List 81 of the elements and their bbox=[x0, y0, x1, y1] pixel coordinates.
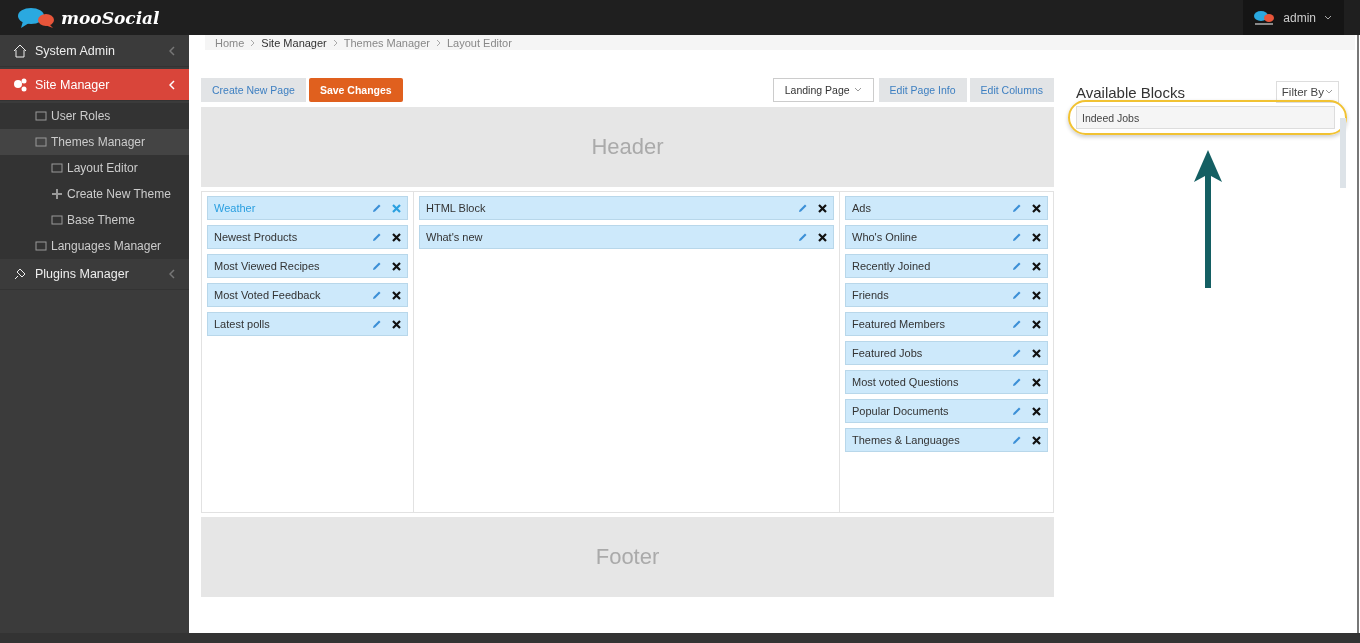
pencil-icon[interactable] bbox=[1012, 203, 1022, 213]
pencil-icon[interactable] bbox=[372, 203, 382, 213]
scrollbar bbox=[1340, 118, 1346, 188]
pencil-icon[interactable] bbox=[1012, 435, 1022, 445]
close-icon[interactable] bbox=[1032, 406, 1041, 416]
avatar-icon bbox=[1253, 8, 1276, 27]
chevron-left-icon bbox=[169, 79, 175, 90]
chevron-down-icon bbox=[853, 87, 862, 93]
available-block[interactable]: Indeed Jobs bbox=[1076, 106, 1335, 129]
brand-name[interactable]: mooSocial bbox=[61, 7, 160, 28]
pencil-icon[interactable] bbox=[1012, 377, 1022, 387]
sidebar-item[interactable]: Languages Manager bbox=[0, 233, 189, 259]
sidebar-item[interactable]: Site Manager bbox=[0, 69, 189, 101]
close-icon[interactable] bbox=[1032, 203, 1041, 213]
save-button[interactable]: Save Changes bbox=[308, 78, 403, 102]
pencil-icon[interactable] bbox=[798, 203, 808, 213]
close-icon[interactable] bbox=[818, 232, 827, 242]
layout-block[interactable]: Recently Joined bbox=[845, 254, 1048, 278]
arrow-icon bbox=[1193, 150, 1223, 290]
chevron-right-icon bbox=[436, 38, 441, 47]
close-icon[interactable] bbox=[1032, 290, 1041, 300]
pencil-icon[interactable] bbox=[372, 261, 382, 271]
layout-block[interactable]: Popular Documents bbox=[845, 399, 1048, 423]
close-icon[interactable] bbox=[1032, 319, 1041, 329]
layout-block[interactable]: What's new bbox=[419, 225, 834, 249]
layout-block[interactable]: Latest polls bbox=[207, 312, 408, 336]
pencil-icon[interactable] bbox=[1012, 348, 1022, 358]
sidebar-item[interactable]: System Admin bbox=[0, 36, 189, 67]
pencil-icon[interactable] bbox=[1012, 232, 1022, 242]
pencil-icon[interactable] bbox=[372, 319, 382, 329]
gears-icon bbox=[13, 77, 27, 92]
layout-block[interactable]: Most Voted Feedback bbox=[207, 283, 408, 307]
close-icon[interactable] bbox=[1032, 232, 1041, 242]
layout-block[interactable]: Most voted Questions bbox=[845, 370, 1048, 394]
layout-block[interactable]: Featured Jobs bbox=[845, 341, 1048, 365]
pencil-icon[interactable] bbox=[798, 232, 808, 242]
chevron-left-icon bbox=[169, 269, 175, 279]
speech-bubbles-icon bbox=[17, 6, 55, 29]
layout-block[interactable]: Featured Members bbox=[845, 312, 1048, 336]
layout-block[interactable]: Ads bbox=[845, 196, 1048, 220]
sidebar-item[interactable]: Layout Editor bbox=[0, 155, 189, 181]
pencil-icon[interactable] bbox=[1012, 406, 1022, 416]
plug-icon bbox=[13, 267, 27, 281]
close-icon[interactable] bbox=[818, 203, 827, 213]
chevron-left-icon bbox=[169, 46, 175, 56]
pencil-icon[interactable] bbox=[372, 232, 382, 242]
close-icon[interactable] bbox=[392, 261, 401, 271]
close-icon[interactable] bbox=[392, 290, 401, 300]
close-icon[interactable] bbox=[1032, 435, 1041, 445]
pencil-icon[interactable] bbox=[1012, 261, 1022, 271]
page-dropdown[interactable]: Landing Page bbox=[772, 78, 874, 102]
close-icon[interactable] bbox=[392, 232, 401, 242]
sidebar-item[interactable]: User Roles bbox=[0, 103, 189, 129]
region-label: Header bbox=[591, 134, 664, 160]
panel-title: Available Blocks bbox=[1076, 83, 1185, 101]
chevron-right-icon bbox=[332, 38, 338, 47]
layout-block[interactable]: Themes & Languages bbox=[845, 428, 1048, 452]
close-icon[interactable] bbox=[1032, 261, 1041, 271]
house-icon bbox=[13, 44, 27, 58]
layout-block[interactable]: Friends bbox=[845, 283, 1048, 307]
close-icon[interactable] bbox=[1032, 377, 1041, 387]
layout-block[interactable]: Newest Products bbox=[207, 225, 408, 249]
chevron-right-icon bbox=[250, 38, 256, 47]
chevron-down-icon bbox=[1324, 14, 1332, 21]
chevron-down-icon bbox=[1325, 89, 1333, 95]
close-icon[interactable] bbox=[392, 319, 401, 329]
close-icon[interactable] bbox=[1032, 348, 1041, 358]
sidebar-item[interactable]: Themes Manager bbox=[0, 129, 189, 155]
pencil-icon[interactable] bbox=[1012, 290, 1022, 300]
filter-dropdown[interactable]: Filter By bbox=[1275, 81, 1339, 103]
layout-block[interactable]: HTML Block bbox=[419, 196, 834, 220]
sidebar-item[interactable]: Plugins Manager bbox=[0, 259, 189, 290]
region-label: Footer bbox=[595, 544, 660, 570]
layout-block[interactable]: Most Viewed Recipes bbox=[207, 254, 408, 278]
layout-block[interactable]: Who's Online bbox=[845, 225, 1048, 249]
pencil-icon[interactable] bbox=[1012, 319, 1022, 329]
sidebar-item[interactable]: Create New Theme bbox=[0, 181, 189, 207]
breadcrumb-link[interactable]: Site Manager bbox=[261, 36, 327, 49]
sidebar-item[interactable]: Base Theme bbox=[0, 207, 189, 233]
pencil-icon[interactable] bbox=[372, 290, 382, 300]
user-menu[interactable]: admin bbox=[1243, 0, 1344, 35]
